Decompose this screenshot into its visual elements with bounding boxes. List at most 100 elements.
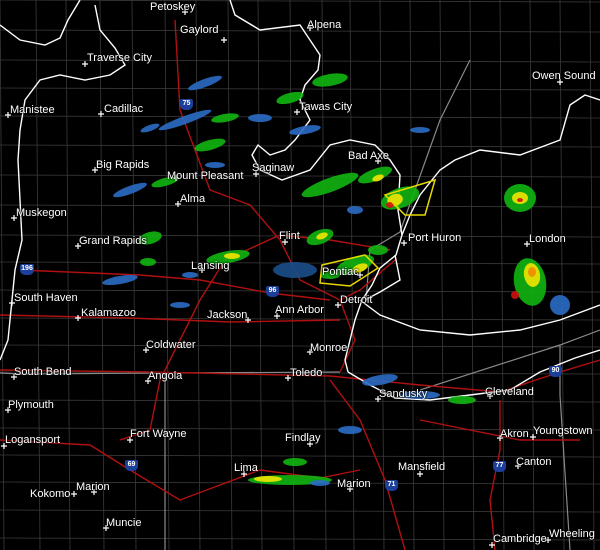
city-label-alpena: Alpena — [307, 19, 342, 31]
radar-echo — [194, 138, 226, 152]
highway-shield-77: 77 — [493, 461, 506, 472]
county-line — [0, 115, 600, 119]
city-label-south-haven: South Haven — [14, 292, 78, 304]
county-line — [0, 344, 600, 348]
city-label-saginaw: Saginaw — [252, 162, 295, 174]
radar-echo — [102, 274, 138, 286]
radar-echo — [338, 426, 362, 434]
city-label-kalamazoo: Kalamazoo — [81, 307, 137, 319]
county-line — [0, 29, 600, 33]
map-base-layer — [0, 0, 600, 550]
radar-echo — [312, 73, 348, 87]
city-label-logansport: Logansport — [5, 434, 61, 446]
city-label-mount-pleasant: Mount Pleasant — [167, 170, 244, 182]
county-line — [0, 87, 600, 91]
city-label-coldwater: Coldwater — [146, 339, 196, 351]
lake-erie-international-line — [419, 329, 600, 391]
i-71-75 — [329, 379, 406, 550]
city-label-petoskey: Petoskey — [150, 1, 196, 13]
county-line — [0, 289, 600, 293]
city-label-jackson: Jackson — [207, 309, 248, 321]
county-line — [65, 0, 71, 550]
city-label-tawas-city: Tawas City — [299, 101, 353, 113]
radar-echo — [289, 125, 321, 135]
city-label-alma: Alma — [180, 193, 206, 205]
radar-echo — [113, 182, 147, 198]
city-label-ann-arbor: Ann Arbor — [275, 304, 324, 316]
city-label-port-huron: Port Huron — [408, 232, 462, 244]
lake-michigan-north-shore — [0, 0, 81, 46]
city-label-lima: Lima — [234, 462, 258, 474]
radar-echo — [310, 480, 330, 486]
county-line — [164, 0, 170, 550]
radar-echo — [140, 258, 156, 266]
city-label-cadillac: Cadillac — [104, 103, 144, 115]
city-label-traverse-city: Traverse City — [87, 52, 152, 64]
city-label-mansfield: Mansfield — [398, 461, 446, 473]
radar-echo — [410, 127, 430, 133]
city-label-detroit: Detroit — [340, 294, 373, 306]
city-label-pontiac: Pontiac — [322, 266, 359, 278]
city-label-youngstown: Youngstown — [533, 425, 593, 437]
highway-shield-75: 75 — [180, 99, 193, 110]
city-label-owen-sound: Owen Sound — [532, 70, 596, 82]
county-line — [379, 0, 385, 550]
county-line — [0, 174, 600, 178]
city-marker — [221, 37, 227, 43]
radar-echo — [550, 295, 570, 315]
city-label-kokomo: Kokomo — [30, 488, 71, 500]
highway-shield-96: 96 — [266, 286, 279, 297]
radar-echo — [273, 262, 317, 278]
radar-echo — [211, 113, 239, 123]
radar-echo — [140, 123, 160, 133]
city-label-manistee: Manistee — [10, 104, 55, 116]
radar-echo — [188, 75, 222, 91]
city-label-bad-axe: Bad Axe — [348, 150, 389, 162]
radar-echo — [254, 476, 282, 482]
city-label-monroe: Monroe — [310, 342, 348, 354]
radar-echo — [283, 458, 307, 466]
county-line — [0, 144, 600, 148]
city-label-london: London — [529, 233, 566, 245]
city-label-gaylord: Gaylord — [180, 24, 219, 36]
radar-echo — [248, 114, 272, 122]
city-label-plymouth: Plymouth — [8, 399, 54, 411]
city-label-marion-oh: Marion — [337, 478, 371, 490]
county-line — [99, 0, 105, 550]
city-label-muncie: Muncie — [106, 517, 142, 529]
radar-map: 75 196 96 90 69 71 77 Petoskey Gaylord A… — [0, 0, 600, 550]
city-label-sandusky: Sandusky — [379, 388, 428, 400]
city-label-wheeling: Wheeling — [549, 528, 595, 540]
city-label-cleveland: Cleveland — [485, 386, 534, 398]
radar-echo — [368, 245, 388, 255]
city-label-grand-rapids: Grand Rapids — [79, 235, 147, 247]
city-label-muskegon: Muskegon — [16, 207, 67, 219]
city-label-marion-in: Marion — [76, 481, 110, 493]
city-label-toledo: Toledo — [290, 367, 323, 379]
city-label-akron: Akron — [500, 428, 529, 440]
county-line — [0, 0, 5, 550]
radar-echo — [362, 374, 398, 386]
city-label-fort-wayne: Fort Wayne — [130, 428, 187, 440]
city-marker — [401, 240, 407, 246]
radar-echo — [448, 396, 476, 404]
county-line — [257, 0, 263, 550]
county-line — [0, 399, 600, 403]
highway-shield-90: 90 — [549, 366, 562, 377]
city-label-angola: Angola — [148, 370, 183, 382]
radar-echo — [517, 198, 523, 202]
radar-echo — [347, 206, 363, 214]
city-label-findlay: Findlay — [285, 432, 321, 444]
highway-shield-69: 69 — [125, 460, 138, 471]
county-line — [0, 509, 600, 513]
city-label-big-rapids: Big Rapids — [96, 159, 150, 171]
i-77 — [489, 400, 501, 550]
county-line — [589, 0, 595, 550]
city-label-canton: Canton — [516, 456, 552, 468]
radar-echo — [170, 302, 190, 308]
county-line — [0, 454, 600, 458]
highway-shield-196: 196 — [20, 264, 34, 275]
radar-echo — [205, 162, 225, 168]
radar-echo — [224, 253, 240, 259]
county-line — [0, 0, 600, 3]
